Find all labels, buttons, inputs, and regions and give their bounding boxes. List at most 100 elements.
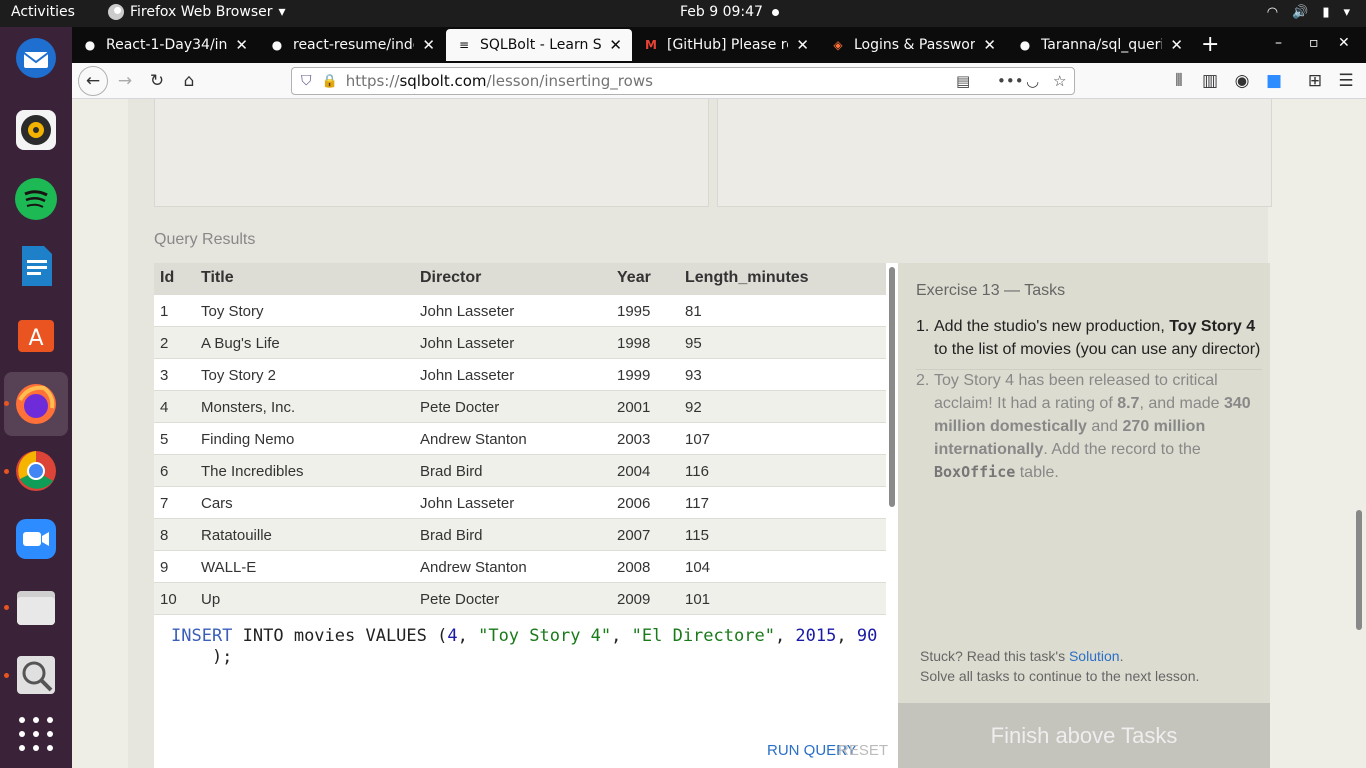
extensions-icon[interactable]: ⊞ bbox=[1303, 69, 1327, 93]
system-tray[interactable]: ◠ 🔊 ▮ ▾ bbox=[1267, 5, 1350, 20]
url-bar[interactable]: ⛉ 🔒 https://sqlbolt.com/lesson/inserting… bbox=[291, 67, 1075, 95]
close-icon[interactable]: ✕ bbox=[983, 36, 996, 54]
tab-logins-passwords[interactable]: ◈ Logins & Passwords ✕ bbox=[820, 29, 1006, 61]
table-cell: 3 bbox=[160, 367, 169, 384]
firefox-icon bbox=[108, 4, 124, 20]
tracking-protection-icon[interactable]: ⛉ bbox=[301, 73, 312, 89]
task-text-bold: Toy Story 4 bbox=[1169, 318, 1256, 335]
maximize-button[interactable]: ▫ bbox=[1309, 35, 1319, 51]
close-icon[interactable]: ✕ bbox=[609, 36, 622, 54]
thunderbird-icon[interactable] bbox=[14, 36, 58, 80]
table-cell: Up bbox=[201, 591, 221, 608]
running-indicator bbox=[4, 673, 9, 678]
lockwise-icon: ◈ bbox=[833, 38, 843, 52]
table-cell: John Lasseter bbox=[420, 495, 515, 512]
table-cell: 95 bbox=[685, 335, 702, 352]
image-viewer-icon[interactable] bbox=[14, 653, 58, 697]
sql-text: INTO movies VALUES ( bbox=[232, 626, 448, 646]
activities-button[interactable]: Activities bbox=[11, 4, 75, 20]
menu-icon[interactable]: ☰ bbox=[1334, 69, 1358, 93]
table-cell: 107 bbox=[685, 431, 711, 448]
reader-view-icon[interactable]: ▤ bbox=[956, 72, 970, 90]
files-icon[interactable] bbox=[14, 585, 58, 629]
table-cell: Cars bbox=[201, 495, 233, 512]
table-cell: Monsters, Inc. bbox=[201, 399, 296, 416]
lock-icon[interactable]: 🔒 bbox=[322, 74, 338, 89]
table-cell: Brad Bird bbox=[420, 527, 483, 544]
tab-sqlbolt[interactable]: ≡ SQLBolt - Learn SQL ✕ bbox=[446, 29, 632, 61]
table-cell: John Lasseter bbox=[420, 367, 515, 384]
pocket-icon[interactable]: ◡ bbox=[1026, 72, 1039, 90]
minimize-button[interactable]: – bbox=[1275, 35, 1282, 51]
page-actions-icon[interactable]: ••• bbox=[997, 72, 1024, 90]
table-cell: 1998 bbox=[617, 335, 651, 352]
table-cell: 92 bbox=[685, 399, 702, 416]
firefox-icon[interactable] bbox=[14, 382, 58, 426]
sidebar-icon[interactable]: ▥ bbox=[1198, 69, 1222, 93]
column-header: Year bbox=[617, 269, 651, 286]
chrome-icon[interactable] bbox=[14, 449, 58, 493]
zoom-extension-icon[interactable]: ■ bbox=[1262, 69, 1286, 93]
forward-button[interactable]: → bbox=[113, 69, 137, 93]
table-cell: 2 bbox=[160, 335, 169, 352]
table-cell: 2001 bbox=[617, 399, 651, 416]
column-header: Director bbox=[420, 269, 482, 286]
sql-editor[interactable]: INSERT INTO movies VALUES (4, "Toy Story… bbox=[154, 617, 898, 768]
zoom-icon[interactable] bbox=[14, 517, 58, 561]
page-scrollbar-thumb[interactable] bbox=[1356, 510, 1362, 630]
tab-sql-queries[interactable]: ● Taranna/sql_querie ✕ bbox=[1007, 29, 1193, 61]
clock[interactable]: Feb 9 09:47 bbox=[680, 4, 763, 20]
query-results-label: Query Results bbox=[154, 231, 256, 248]
solution-link[interactable]: Solution bbox=[1069, 648, 1120, 664]
task-text: to the list of movies (you can use any d… bbox=[934, 341, 1261, 358]
table-row: 1 Toy Story John Lasseter 1995 81 bbox=[154, 295, 886, 327]
gmail-icon: M bbox=[645, 38, 657, 52]
table-cell: Ratatouille bbox=[201, 527, 272, 544]
table-cell: 7 bbox=[160, 495, 169, 512]
table-cell: 9 bbox=[160, 559, 169, 576]
tab-title: Taranna/sql_querie bbox=[1041, 37, 1163, 53]
tab-react-resume[interactable]: ● react-resume/index ✕ bbox=[259, 29, 445, 61]
close-icon[interactable]: ✕ bbox=[796, 36, 809, 54]
finish-tasks-button[interactable]: Finish above Tasks bbox=[898, 703, 1270, 768]
chevron-down-icon: ▾ bbox=[278, 4, 286, 20]
table-cell: 1995 bbox=[617, 303, 651, 320]
system-top-bar: Activities Firefox Web Browser ▾ Feb 9 0… bbox=[0, 0, 1366, 27]
table-cell: Andrew Stanton bbox=[420, 431, 527, 448]
reload-button[interactable]: ↻ bbox=[145, 69, 169, 93]
reset-button[interactable]: RESET bbox=[838, 742, 888, 759]
close-icon[interactable]: ✕ bbox=[422, 36, 435, 54]
ubuntu-software-icon[interactable]: A bbox=[14, 312, 58, 356]
table-cell: 2003 bbox=[617, 431, 651, 448]
sql-code[interactable]: INSERT INTO movies VALUES (4, "Toy Story… bbox=[171, 626, 877, 668]
table-cell: 4 bbox=[160, 399, 169, 416]
close-icon[interactable]: ✕ bbox=[235, 36, 248, 54]
table-cell: Toy Story 2 bbox=[201, 367, 277, 384]
table-cell: The Incredibles bbox=[201, 463, 304, 480]
window-close-button[interactable]: ✕ bbox=[1338, 35, 1350, 51]
app-menu[interactable]: Firefox Web Browser ▾ bbox=[108, 4, 286, 20]
home-button[interactable]: ⌂ bbox=[177, 69, 201, 93]
solve-all-text: Solve all tasks to continue to the next … bbox=[920, 668, 1200, 684]
tab-github-email[interactable]: M [GitHub] Please res ✕ bbox=[633, 29, 819, 61]
table-cell: 81 bbox=[685, 303, 702, 320]
table-cell: Toy Story bbox=[201, 303, 264, 320]
close-icon[interactable]: ✕ bbox=[1170, 36, 1183, 54]
show-applications-icon[interactable] bbox=[14, 712, 58, 756]
results-scrollbar-thumb[interactable] bbox=[889, 267, 895, 507]
volume-icon: 🔊 bbox=[1292, 5, 1309, 20]
table-cell: WALL-E bbox=[201, 559, 257, 576]
spotify-icon[interactable] bbox=[14, 177, 58, 221]
library-icon[interactable]: ⫴ bbox=[1167, 69, 1191, 93]
bookmark-star-icon[interactable]: ☆ bbox=[1053, 72, 1066, 90]
account-icon[interactable]: ◉ bbox=[1230, 69, 1254, 93]
libreoffice-writer-icon[interactable] bbox=[14, 244, 58, 288]
table-name-code: BoxOffice bbox=[934, 463, 1016, 481]
back-button[interactable]: ← bbox=[78, 66, 108, 96]
column-header: Id bbox=[160, 269, 175, 286]
new-tab-button[interactable]: + bbox=[1201, 32, 1219, 57]
running-indicator bbox=[4, 401, 9, 406]
results-scrollbar[interactable] bbox=[886, 263, 898, 617]
tab-react-day34[interactable]: ● React-1-Day34/inde ✕ bbox=[72, 29, 258, 61]
rhythmbox-icon[interactable] bbox=[14, 108, 58, 152]
